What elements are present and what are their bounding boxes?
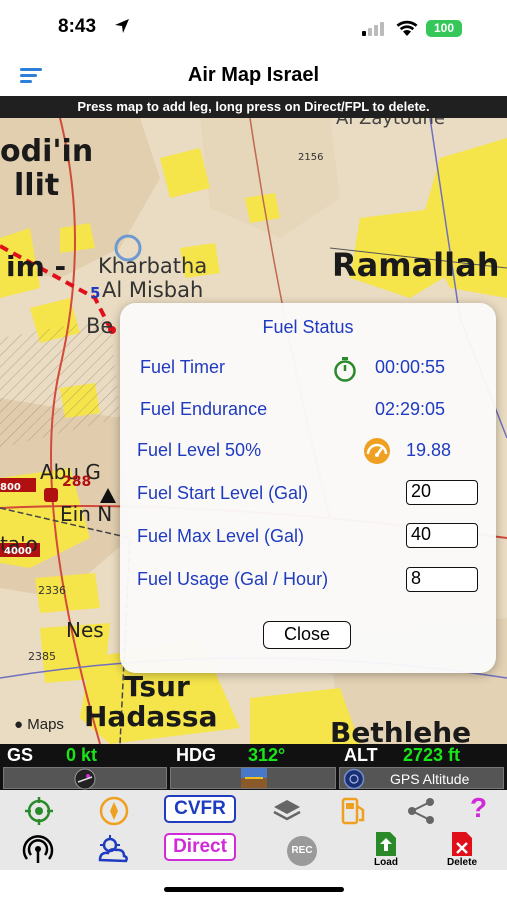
alt-value: 2723 ft bbox=[403, 745, 461, 765]
share-icon[interactable] bbox=[406, 796, 436, 826]
altimeter-icon bbox=[343, 768, 365, 790]
map-label-llit: llit bbox=[14, 168, 60, 203]
map-label-kharbatha: Kharbatha bbox=[98, 254, 208, 278]
fuel-status-title: Fuel Status bbox=[262, 317, 354, 337]
maps-logo-text: Maps bbox=[27, 716, 64, 733]
stopwatch-icon[interactable] bbox=[332, 356, 358, 382]
home-indicator[interactable] bbox=[164, 887, 344, 892]
fuel-status-dialog: Fuel Status Fuel Timer 00:00:55 Fuel End… bbox=[120, 303, 496, 673]
map-label-modiin: odi'in bbox=[0, 134, 94, 169]
radar-icon[interactable] bbox=[22, 834, 54, 864]
delete-label: Delete bbox=[446, 857, 477, 868]
fuel-station-icon[interactable] bbox=[339, 796, 369, 826]
map-label-al-misbah: Al Misbah bbox=[102, 278, 204, 302]
fuel-endurance-value: 02:29:05 bbox=[375, 399, 446, 419]
instruction-banner: Press map to add leg, long press on Dire… bbox=[0, 96, 507, 118]
hdg-value: 312° bbox=[248, 745, 286, 765]
fuel-start-level-input[interactable]: 20 bbox=[406, 480, 478, 505]
app-screen: 8:43 100 Air Map Israel Press map to add… bbox=[0, 0, 507, 900]
nav-bar: Air Map Israel bbox=[0, 56, 507, 96]
map-label-ramallah: Ramallah bbox=[332, 246, 500, 284]
map-label-nes: Nes bbox=[66, 618, 104, 642]
help-icon[interactable]: ? bbox=[470, 792, 487, 824]
location-arrow-icon bbox=[115, 19, 129, 33]
fuel-endurance-label: Fuel Endurance bbox=[140, 399, 268, 419]
fuel-level-value: 19.88 bbox=[406, 440, 452, 460]
fuel-max-level-input[interactable]: 40 bbox=[406, 523, 478, 548]
map-elevation-288: 288 bbox=[62, 474, 92, 490]
turn-coordinator-instrument[interactable] bbox=[3, 767, 167, 790]
app-title: Air Map Israel bbox=[187, 64, 320, 86]
wifi-icon bbox=[396, 20, 418, 36]
fuel-timer-label: Fuel Timer bbox=[140, 357, 226, 377]
bottom-toolbar: CVFR ? Direct REC Load Delete bbox=[0, 790, 507, 870]
attitude-indicator-icon bbox=[241, 768, 267, 788]
battery-indicator: 100 bbox=[426, 20, 462, 37]
map-label-im: im - bbox=[6, 250, 67, 283]
map-elevation-2385: 2385 bbox=[28, 650, 56, 663]
map-label-hadassa: Hadassa bbox=[84, 700, 218, 733]
direct-button[interactable]: Direct bbox=[164, 833, 236, 861]
hdg-label: HDG bbox=[176, 745, 216, 765]
status-time: 8:43 bbox=[58, 16, 97, 37]
apple-icon: ● bbox=[14, 716, 24, 733]
fuel-usage-input[interactable]: 8 bbox=[406, 567, 478, 592]
cell-signal-icon bbox=[362, 22, 384, 36]
attitude-indicator-instrument[interactable] bbox=[170, 767, 336, 789]
route-leg-number: 5 bbox=[90, 284, 101, 302]
fuel-gauge-icon[interactable] bbox=[362, 437, 392, 465]
fuel-level-label: Fuel Level 50% bbox=[137, 440, 262, 460]
map-label-al-zaytoune: Al Zaytoune bbox=[336, 118, 446, 129]
layers-icon[interactable] bbox=[272, 796, 302, 826]
close-button[interactable]: Close bbox=[263, 621, 351, 649]
fuel-max-level-label: Fuel Max Level (Gal) bbox=[137, 526, 305, 546]
fuel-timer-value: 00:00:55 bbox=[375, 357, 446, 377]
telemetry-bar: GS 0 kt HDG 312° ALT 2723 ft bbox=[0, 744, 507, 766]
status-bar: 8:43 100 bbox=[0, 0, 507, 56]
fuel-usage-label: Fuel Usage (Gal / Hour) bbox=[137, 569, 329, 589]
gs-value: 0 kt bbox=[66, 745, 98, 765]
gps-altitude-label: GPS Altitude bbox=[390, 771, 470, 787]
load-label: Load bbox=[374, 857, 398, 868]
instrument-strip: GPS Altitude bbox=[0, 766, 507, 790]
map-elevation-2156: 2156 bbox=[298, 152, 324, 163]
map-label-tsur: Tsur bbox=[124, 670, 190, 703]
weather-icon[interactable] bbox=[96, 834, 130, 864]
map-elevation-2336: 2336 bbox=[38, 584, 66, 597]
map-elevation-800: 800 bbox=[0, 482, 21, 493]
fuel-start-level-label: Fuel Start Level (Gal) bbox=[137, 483, 309, 503]
alt-label: ALT bbox=[344, 745, 378, 765]
delete-icon[interactable] bbox=[450, 831, 474, 857]
gps-altitude-instrument[interactable]: GPS Altitude bbox=[339, 767, 504, 790]
map-label-be: Be bbox=[86, 314, 114, 338]
apple-maps-logo: ● Maps bbox=[14, 716, 64, 733]
gs-label: GS bbox=[7, 745, 34, 765]
crosshair-icon[interactable] bbox=[24, 796, 54, 826]
home-area bbox=[0, 870, 507, 900]
map-elevation-4000: 4000 bbox=[4, 546, 32, 557]
turn-coordinator-icon bbox=[74, 768, 96, 790]
map-label-ein-n: Ein N bbox=[60, 502, 113, 526]
load-icon[interactable] bbox=[374, 831, 398, 857]
compass-icon[interactable] bbox=[99, 796, 129, 826]
cvfr-button[interactable]: CVFR bbox=[164, 795, 236, 823]
rec-icon[interactable]: REC bbox=[287, 836, 317, 866]
map-label-bethlehem: Bethlehe bbox=[330, 716, 472, 744]
